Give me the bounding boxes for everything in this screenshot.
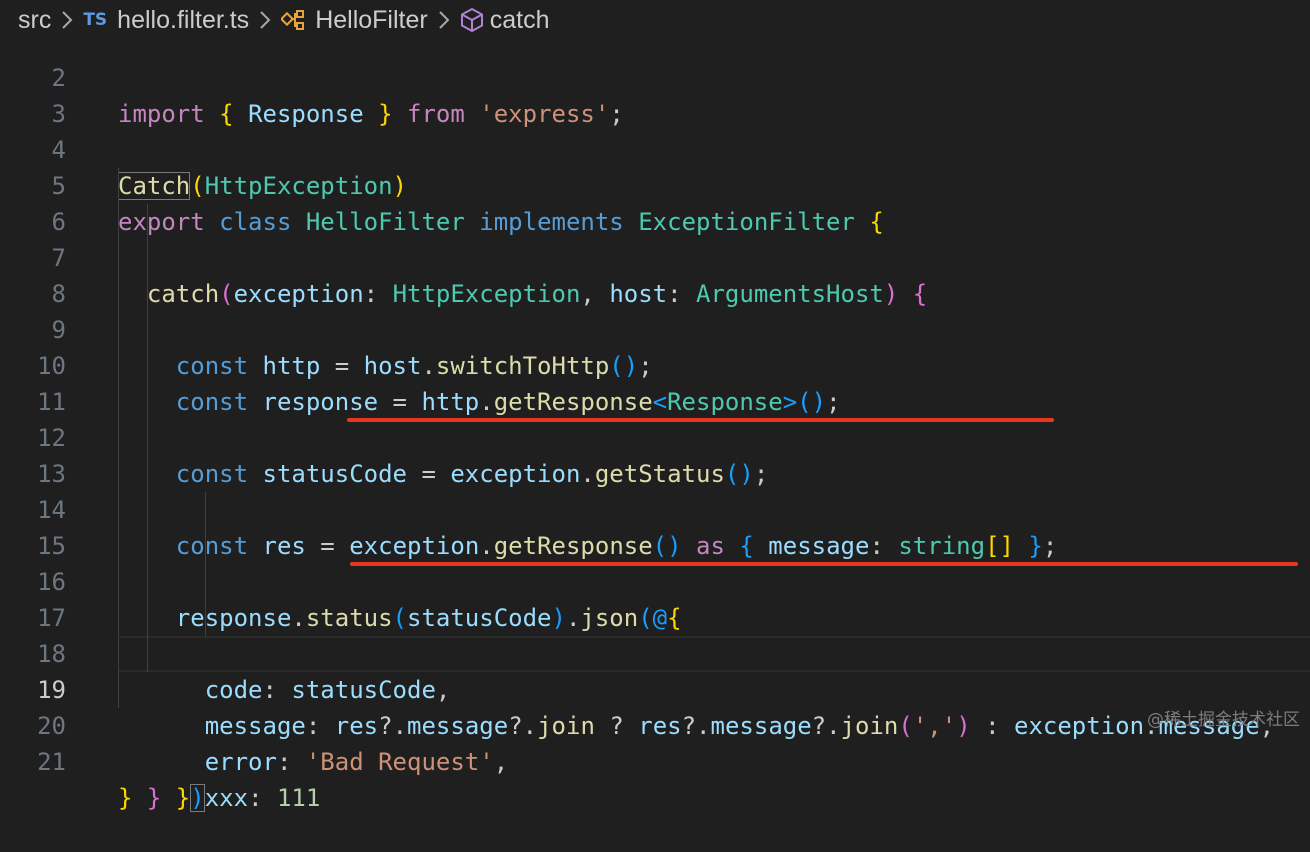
line-number: 21 [37, 748, 66, 776]
breadcrumb-class-label: HelloFilter [315, 5, 428, 34]
indent-guide [147, 384, 148, 420]
code-line[interactable]: 4 Catch(HttpException) [0, 96, 1310, 200]
code-line[interactable]: 16 message: res?.message?.join ? res?.me… [0, 528, 1310, 740]
breadcrumb-file-label: hello.filter.ts [117, 5, 250, 34]
code-line[interactable]: 11 [0, 348, 1310, 416]
code-line[interactable]: 13 [0, 420, 1310, 488]
breadcrumb-file[interactable]: TS hello.filter.ts [77, 6, 249, 35]
annotation-underline [347, 418, 1054, 422]
indent-guide [118, 492, 119, 528]
watermark: @稀土掘金技术社区 [1147, 710, 1300, 730]
code-line[interactable]: 3 [0, 60, 1310, 128]
indent-guide [147, 528, 148, 564]
code-line[interactable]: 17 error: 'Bad Request', [0, 564, 1310, 776]
indent-guide [205, 564, 206, 600]
indent-guide [147, 420, 148, 456]
code-line[interactable]: 14 response.status(statusCode).json(@{ [0, 456, 1310, 632]
code-line[interactable]: 8 const response = http.getResponse<Resp… [0, 240, 1310, 416]
indent-guide [118, 276, 119, 312]
code-line[interactable]: 21 } [0, 708, 1310, 812]
line-code: error: 'Bad Request', [204, 748, 509, 776]
indent-guide [147, 276, 148, 312]
indent-guide [147, 600, 148, 636]
chevron-right-icon [259, 10, 271, 30]
code-line[interactable]: 9 [0, 276, 1310, 344]
code-line[interactable]: 7 const http = host.switchToHttp(); [0, 204, 1310, 380]
class-symbol-icon [281, 8, 309, 32]
indent-guide [118, 528, 119, 564]
indent-guide [118, 600, 119, 636]
code-line[interactable]: 6 catch(exception: HttpException, host: … [0, 168, 1310, 308]
indent-guide [118, 240, 119, 276]
indent-guide [118, 204, 119, 240]
indent-guide [118, 564, 119, 600]
typescript-file-icon: TS [83, 10, 108, 30]
indent-guide [118, 456, 119, 492]
indent-guide [147, 240, 148, 276]
indent-guide [147, 456, 148, 492]
breadcrumb-method[interactable]: catch [454, 5, 550, 35]
indent-guide [147, 564, 148, 600]
code-editor[interactable]: 2 import { Response } from 'express'; 3 … [0, 0, 1310, 812]
breadcrumb: src TS hello.filter.ts HelloFilter catch [0, 0, 1310, 40]
code-line[interactable]: 20 } [0, 672, 1310, 812]
indent-guide [205, 492, 206, 528]
annotation-underline [350, 562, 1298, 566]
indent-guide [147, 636, 148, 672]
indent-guide [118, 636, 119, 672]
breadcrumb-folder[interactable]: src [18, 6, 51, 35]
chevron-right-icon [438, 10, 450, 30]
indent-guide [118, 168, 119, 204]
code-line[interactable]: 18 xxx: 111 [0, 600, 1310, 812]
indent-guide [147, 204, 148, 240]
code-line[interactable]: 10 const statusCode = exception.getStatu… [0, 312, 1310, 488]
indent-guide [118, 420, 119, 456]
indent-guide [205, 600, 206, 636]
indent-guide [118, 672, 119, 708]
indent-guide [118, 384, 119, 420]
code-line-current[interactable]: 19 }) [0, 636, 1310, 812]
breadcrumb-class[interactable]: HelloFilter [275, 6, 428, 35]
line-code: } [118, 784, 133, 812]
indent-guide [147, 348, 148, 384]
indent-guide [118, 348, 119, 384]
code-line[interactable]: 15 code: statusCode, [0, 492, 1310, 704]
indent-guide [118, 312, 119, 348]
code-line[interactable]: 12 const res = exception.getResponse() a… [0, 384, 1310, 560]
code-line[interactable]: 5 export class HelloFilter implements Ex… [0, 132, 1310, 236]
chevron-right-icon [61, 10, 73, 30]
breadcrumb-method-label: catch [489, 5, 550, 34]
indent-guide [205, 528, 206, 564]
indent-guide [147, 492, 148, 528]
indent-guide [147, 312, 148, 348]
method-cube-icon [460, 7, 484, 33]
